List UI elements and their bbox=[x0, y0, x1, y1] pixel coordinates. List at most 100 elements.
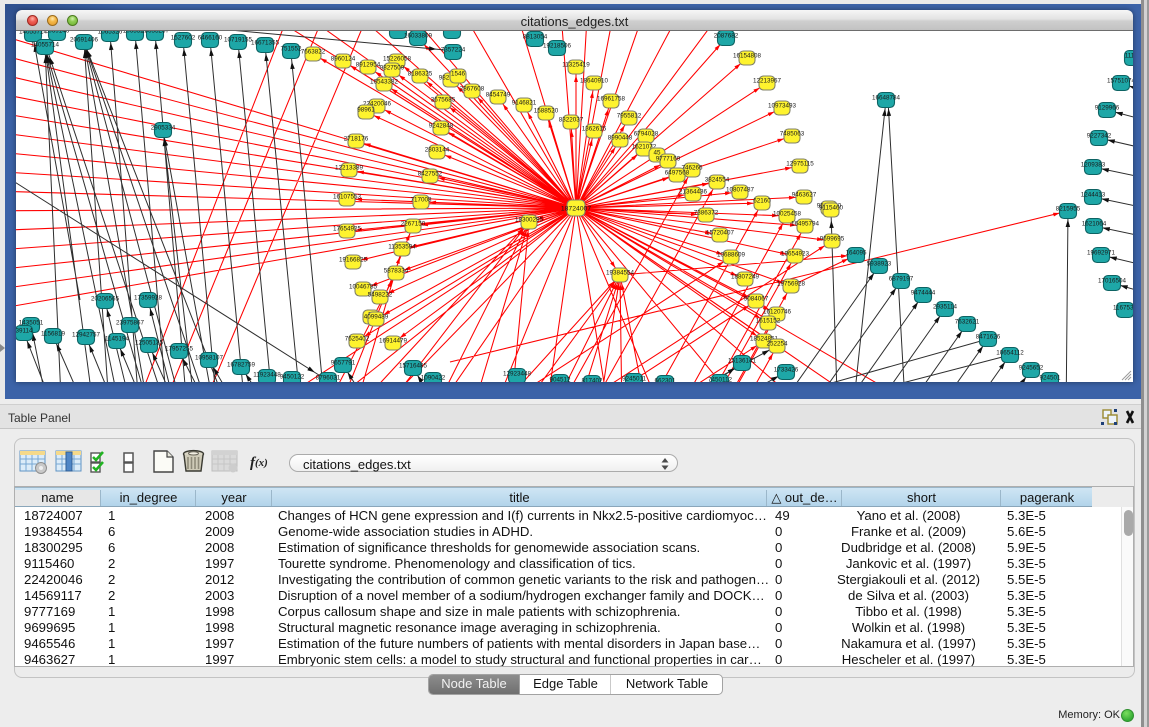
svg-text:19692971: 19692971 bbox=[1087, 250, 1116, 257]
svg-text:19654923: 19654923 bbox=[781, 251, 810, 258]
svg-text:3675685: 3675685 bbox=[431, 97, 456, 104]
svg-text:1244413: 1244413 bbox=[1081, 192, 1106, 199]
svg-text:17359928: 17359928 bbox=[134, 295, 163, 302]
svg-text:252254: 252254 bbox=[766, 341, 788, 348]
svg-text:5498222: 5498222 bbox=[368, 292, 393, 299]
svg-text:15751074: 15751074 bbox=[1107, 78, 1133, 85]
svg-text:16914479: 16914479 bbox=[379, 338, 408, 345]
svg-text:20691406: 20691406 bbox=[70, 37, 99, 44]
svg-text:17654925: 17654925 bbox=[333, 226, 362, 233]
svg-text:2267150: 2267150 bbox=[401, 221, 426, 228]
svg-text:12213967: 12213967 bbox=[753, 78, 782, 85]
svg-text:1209383: 1209383 bbox=[1081, 162, 1106, 169]
svg-text:11325419: 11325419 bbox=[562, 62, 590, 69]
svg-text:19384554: 19384554 bbox=[606, 270, 635, 277]
svg-text:12213389: 12213389 bbox=[335, 165, 364, 172]
svg-text:12505135: 12505135 bbox=[135, 340, 164, 347]
svg-text:8427552: 8427552 bbox=[418, 171, 443, 178]
svg-text:4099489: 4099489 bbox=[364, 314, 389, 321]
svg-text:1362615: 1362615 bbox=[582, 126, 607, 133]
svg-text:9242848: 9242848 bbox=[429, 123, 454, 130]
svg-text:15226058: 15226058 bbox=[383, 56, 412, 63]
svg-text:19218506: 19218506 bbox=[543, 43, 572, 50]
svg-text:9146821: 9146821 bbox=[512, 100, 537, 107]
svg-text:7955812: 7955812 bbox=[617, 113, 642, 120]
svg-text:2935114: 2935114 bbox=[933, 304, 958, 311]
svg-text:18300295: 18300295 bbox=[515, 217, 544, 224]
svg-text:817402: 817402 bbox=[581, 378, 603, 383]
svg-text:2718176: 2718176 bbox=[344, 136, 369, 143]
svg-text:9450122: 9450122 bbox=[280, 374, 305, 381]
svg-text:9474444: 9474444 bbox=[911, 290, 936, 297]
svg-text:16154808: 16154808 bbox=[733, 53, 762, 60]
svg-text:10654112: 10654112 bbox=[996, 350, 1024, 357]
svg-text:6497568: 6497568 bbox=[665, 170, 690, 177]
svg-text:2087682: 2087682 bbox=[714, 33, 739, 40]
svg-text:16495794: 16495794 bbox=[791, 221, 820, 228]
svg-text:16543382: 16543382 bbox=[370, 79, 399, 86]
svg-text:17957255: 17957255 bbox=[165, 346, 194, 353]
svg-text:1065326: 1065326 bbox=[98, 31, 123, 36]
svg-text:39114: 39114 bbox=[16, 328, 33, 335]
svg-text:1621064: 1621064 bbox=[1082, 221, 1107, 228]
svg-text:5938923: 5938923 bbox=[867, 261, 892, 268]
svg-text:6879197: 6879197 bbox=[889, 276, 914, 283]
svg-text:17016504: 17016504 bbox=[1098, 278, 1127, 285]
svg-text:10973493: 10973493 bbox=[768, 103, 797, 110]
svg-text:8796031: 8796031 bbox=[316, 375, 341, 382]
svg-text:23975867: 23975867 bbox=[116, 320, 145, 327]
svg-text:717008: 717008 bbox=[410, 197, 432, 204]
svg-text:19756928: 19756928 bbox=[777, 281, 806, 288]
svg-text:9245652: 9245652 bbox=[1019, 365, 1044, 372]
svg-text:18640910: 18640910 bbox=[580, 78, 609, 85]
svg-text:8813054: 8813054 bbox=[523, 34, 548, 41]
svg-text:5878334: 5878334 bbox=[384, 268, 409, 275]
svg-text:6466160: 6466160 bbox=[198, 35, 223, 42]
svg-text:11170: 11170 bbox=[1125, 53, 1133, 60]
svg-text:164095: 164095 bbox=[845, 250, 867, 257]
svg-text:10688609: 10688609 bbox=[717, 252, 746, 259]
svg-text:62160: 62160 bbox=[753, 198, 771, 205]
svg-text:1156819: 1156819 bbox=[41, 331, 66, 338]
svg-text:7357225: 7357225 bbox=[440, 31, 465, 33]
svg-text:751552: 751552 bbox=[280, 46, 302, 53]
svg-text:1546: 1546 bbox=[451, 71, 466, 78]
svg-text:7625402: 7625402 bbox=[345, 336, 370, 343]
svg-text:10719155: 10719155 bbox=[224, 37, 253, 44]
svg-text:8990448: 8990448 bbox=[608, 135, 633, 142]
svg-text:8960124: 8960124 bbox=[331, 56, 356, 63]
svg-text:1167533: 1167533 bbox=[1113, 305, 1133, 312]
svg-text:1615152: 1615152 bbox=[756, 318, 781, 325]
svg-text:9657791: 9657791 bbox=[331, 360, 356, 367]
svg-text:2069146: 2069146 bbox=[45, 31, 70, 35]
svg-text:11923448: 11923448 bbox=[253, 372, 281, 379]
svg-text:16648784: 16648784 bbox=[872, 95, 901, 102]
svg-text:9084067: 9084067 bbox=[744, 296, 769, 303]
svg-text:8454749: 8454749 bbox=[486, 92, 511, 99]
svg-text:10958107: 10958107 bbox=[195, 355, 224, 362]
svg-text:8215955: 8215955 bbox=[1056, 206, 1081, 213]
svg-text:7357224: 7357224 bbox=[441, 47, 466, 54]
svg-text:7485063: 7485063 bbox=[780, 131, 805, 138]
svg-text:10807487: 10807487 bbox=[726, 187, 755, 194]
svg-text:9463627: 9463627 bbox=[792, 192, 817, 199]
svg-text:9827509: 9827509 bbox=[380, 65, 405, 72]
svg-text:7632621: 7632621 bbox=[955, 319, 980, 326]
svg-text:7386372: 7386372 bbox=[694, 210, 719, 217]
svg-text:1090422: 1090422 bbox=[421, 375, 446, 382]
svg-text:1588520: 1588520 bbox=[534, 108, 559, 115]
svg-text:1145194: 1145194 bbox=[105, 336, 130, 343]
svg-text:16120746: 16120746 bbox=[763, 309, 792, 316]
svg-text:8186325: 8186325 bbox=[408, 71, 433, 78]
svg-text:1733426: 1733426 bbox=[774, 367, 799, 374]
svg-text:15716485: 15716485 bbox=[399, 363, 428, 370]
svg-text:10025458: 10025458 bbox=[773, 211, 802, 218]
svg-text:9115460: 9115460 bbox=[819, 205, 844, 212]
svg-text:9245011: 9245011 bbox=[622, 376, 647, 383]
svg-text:8912954: 8912954 bbox=[356, 62, 381, 69]
svg-text:16107553: 16107553 bbox=[333, 194, 362, 201]
svg-text:7450112: 7450112 bbox=[708, 377, 733, 383]
svg-text:924501: 924501 bbox=[1039, 375, 1061, 382]
svg-text:2803144: 2803144 bbox=[425, 147, 450, 154]
svg-text:(x): (x) bbox=[255, 457, 268, 469]
